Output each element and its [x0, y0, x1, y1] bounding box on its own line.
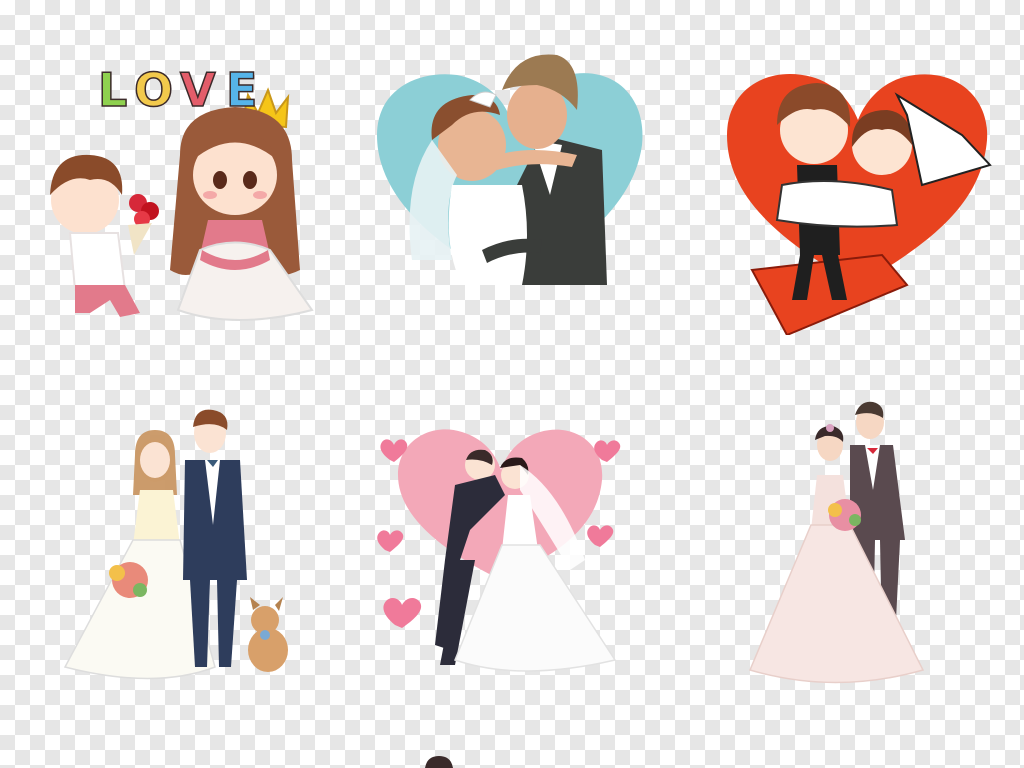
- love-letter-l: L: [97, 62, 128, 118]
- kissing-couple-illustration: [372, 35, 650, 290]
- carrying-bride-drawing: [727, 74, 992, 335]
- love-letter-e: E: [225, 62, 258, 118]
- couple-pink-hearts-drawing: [377, 429, 621, 672]
- love-letter-v: V: [179, 62, 216, 118]
- carrying-bride-illustration: [722, 55, 994, 335]
- love-letter-o: O: [133, 62, 174, 118]
- couple-bouquet-illustration: [745, 400, 930, 690]
- partial-figure-illustration: [422, 754, 456, 768]
- couple-pink-hearts-illustration: [370, 420, 632, 682]
- red-heart: [727, 74, 988, 285]
- couple-with-dog-illustration: [55, 405, 300, 690]
- partial-figure-drawing: [425, 756, 453, 768]
- couple-bouquet-drawing: [748, 401, 925, 684]
- couple-with-dog-drawing: [63, 409, 288, 680]
- kissing-couple-drawing: [377, 54, 643, 285]
- proposal-couple-illustration: L O V E: [30, 55, 330, 330]
